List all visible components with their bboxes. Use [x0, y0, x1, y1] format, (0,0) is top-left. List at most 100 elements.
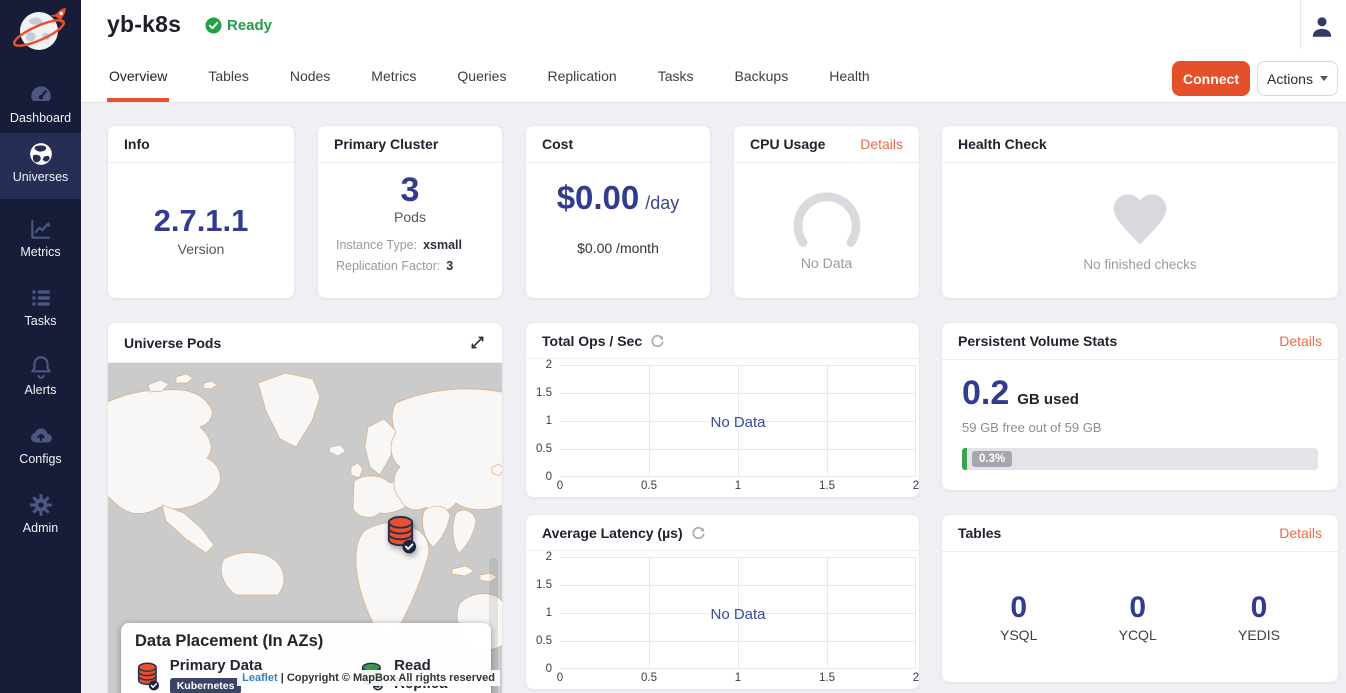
sidebar-item-dashboard[interactable]: Dashboard: [0, 74, 81, 138]
cost-card: Cost $0.00 /day $0.00 /month: [525, 125, 711, 299]
tables-card: Tables Details 0 YSQL 0 YCQL 0 YEDIS: [941, 514, 1339, 683]
world-map[interactable]: Data Placement (In AZs) Primary Data K: [108, 363, 502, 693]
tables-details-link[interactable]: Details: [1279, 525, 1322, 541]
card-title: Total Ops / Sec: [542, 333, 642, 349]
card-title: Health Check: [958, 136, 1047, 152]
universe-pods-card: Universe Pods: [107, 322, 503, 693]
gear-icon: [28, 492, 54, 518]
ysql-stat: 0 YSQL: [1000, 591, 1037, 643]
card-title: Average Latency (µs): [542, 525, 683, 541]
status-badge: Ready: [205, 17, 272, 34]
bell-icon: [28, 354, 54, 380]
legend-title: Data Placement (In AZs): [135, 632, 477, 651]
tab-nodes[interactable]: Nodes: [288, 68, 332, 102]
pvs-details-link[interactable]: Details: [1279, 333, 1322, 349]
card-title: Tables: [958, 525, 1001, 541]
actions-dropdown-button[interactable]: Actions: [1257, 61, 1338, 96]
health-check-card: Health Check No finished checks: [941, 125, 1339, 299]
yugabyte-logo-icon: [10, 3, 70, 59]
cost-per-month: $0.00 /month: [577, 240, 659, 256]
yugabyte-logo[interactable]: [10, 3, 70, 59]
no-data-label: No Data: [560, 606, 916, 623]
chart-grid: No Data: [560, 365, 916, 477]
attribution-text: | Copyright © MapBox All rights reserved: [281, 672, 495, 684]
connect-button[interactable]: Connect: [1172, 61, 1250, 96]
tab-replication[interactable]: Replication: [545, 68, 618, 102]
yedis-count: 0: [1238, 591, 1280, 625]
tab-health[interactable]: Health: [827, 68, 871, 102]
tab-backups[interactable]: Backups: [733, 68, 791, 102]
sidebar-item-metrics[interactable]: Metrics: [0, 208, 81, 272]
gb-used-value: 0.2: [962, 374, 1009, 413]
card-title: CPU Usage: [750, 136, 825, 152]
tab-metrics[interactable]: Metrics: [369, 68, 418, 102]
chevron-down-icon: [1320, 76, 1328, 81]
primary-data-map-marker[interactable]: [384, 513, 417, 555]
sidebar-item-label: Configs: [0, 452, 81, 466]
sidebar-item-label: Tasks: [0, 314, 81, 328]
status-label: Ready: [227, 17, 272, 34]
check-circle-icon: [205, 17, 222, 34]
refresh-icon[interactable]: [691, 525, 706, 540]
primary-database-icon: [135, 657, 160, 693]
x-axis-ticks: 0 0.5 1 1.5 2: [560, 672, 916, 687]
card-title: Universe Pods: [124, 335, 221, 351]
list-icon: [28, 285, 54, 311]
refresh-icon[interactable]: [650, 333, 665, 348]
universe-title: yb-k8s: [107, 11, 181, 38]
user-profile-icon[interactable]: [1309, 14, 1335, 40]
tab-tables[interactable]: Tables: [206, 68, 250, 102]
tab-tasks[interactable]: Tasks: [656, 68, 696, 102]
card-title: Cost: [542, 136, 573, 152]
y-axis-ticks: 2 1.5 1 0.5 0: [526, 557, 556, 669]
sidebar: Dashboard Universes Metrics: [0, 0, 81, 693]
heart-icon: [1106, 189, 1174, 247]
free-space-label: 59 GB free out of 59 GB: [962, 420, 1318, 435]
no-data-label: No Data: [560, 414, 916, 431]
yedis-stat: 0 YEDIS: [1238, 591, 1280, 643]
instance-type-row: Instance Type:xsmall: [336, 235, 484, 256]
sidebar-item-label: Metrics: [0, 245, 81, 259]
cluster-detail-rows: Instance Type:xsmall Replication Factor:…: [318, 225, 502, 277]
card-title: Primary Cluster: [334, 136, 438, 152]
persistent-volume-stats-card: Persistent Volume Stats Details 0.2 GB u…: [941, 322, 1339, 491]
version-caption: Version: [178, 241, 225, 257]
info-card: Info 2.7.1.1 Version: [107, 125, 295, 299]
line-chart-icon: [28, 216, 54, 242]
sidebar-item-label: Admin: [0, 521, 81, 535]
sidebar-item-universes[interactable]: Universes: [0, 133, 81, 199]
sidebar-item-label: Universes: [0, 170, 81, 184]
health-empty-label: No finished checks: [1083, 257, 1196, 272]
yedis-label: YEDIS: [1238, 627, 1280, 643]
pods-caption: Pods: [394, 209, 426, 225]
cpu-details-link[interactable]: Details: [860, 136, 903, 152]
tab-overview[interactable]: Overview: [107, 68, 169, 102]
gauge-icon: [28, 82, 54, 108]
replication-factor-row: Replication Factor:3: [336, 256, 484, 277]
leaflet-link[interactable]: Leaflet: [242, 672, 277, 684]
version-value: 2.7.1.1: [154, 204, 249, 238]
sidebar-item-label: Alerts: [0, 383, 81, 397]
avg-latency-chart-card: Average Latency (µs) 2 1.5 1 0.5 0 No Da…: [525, 514, 920, 690]
tab-queries[interactable]: Queries: [455, 68, 508, 102]
sidebar-item-alerts[interactable]: Alerts: [0, 346, 81, 410]
cloud-upload-icon: [28, 423, 54, 449]
expand-icon[interactable]: [469, 334, 486, 351]
pods-count: 3: [401, 172, 420, 209]
ycql-count: 0: [1119, 591, 1157, 625]
x-axis-ticks: 0 0.5 1 1.5 2: [560, 480, 916, 495]
progress-fill: [962, 448, 967, 470]
map-attribution: Leaflet | Copyright © MapBox All rights …: [237, 670, 500, 686]
ysql-count: 0: [1000, 591, 1037, 625]
primary-cluster-card: Primary Cluster 3 Pods Instance Type:xsm…: [317, 125, 503, 299]
card-title: Persistent Volume Stats: [958, 333, 1117, 349]
ycql-label: YCQL: [1119, 627, 1157, 643]
kubernetes-badge: Kubernetes: [170, 678, 242, 693]
sidebar-item-configs[interactable]: Configs: [0, 415, 81, 479]
y-axis-ticks: 2 1.5 1 0.5 0: [526, 365, 556, 477]
progress-percent-badge: 0.3%: [972, 451, 1012, 467]
cost-per-day-unit: /day: [645, 193, 679, 214]
sidebar-item-tasks[interactable]: Tasks: [0, 277, 81, 341]
sidebar-item-label: Dashboard: [0, 111, 81, 125]
sidebar-item-admin[interactable]: Admin: [0, 484, 81, 548]
